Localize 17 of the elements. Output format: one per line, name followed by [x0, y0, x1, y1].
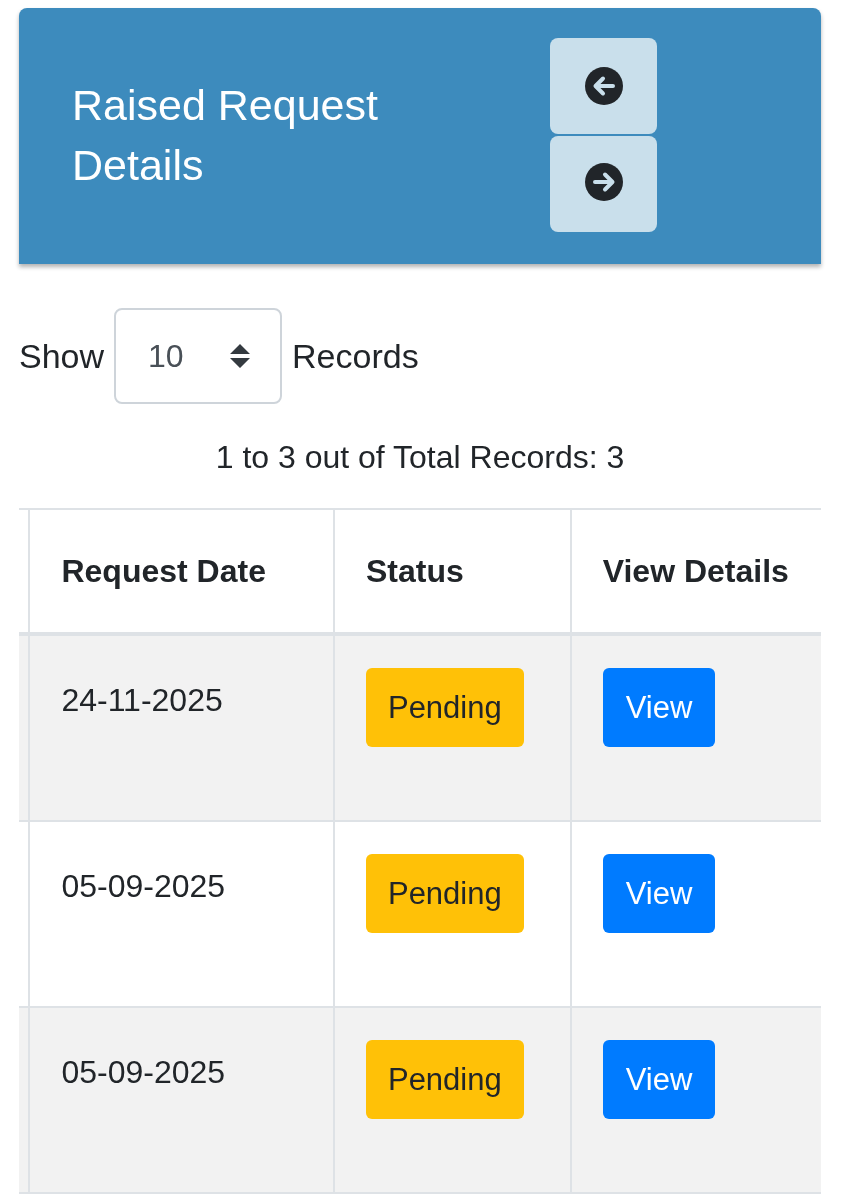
- request-date: 05-09-2025: [61, 867, 226, 906]
- forward-button[interactable]: [550, 136, 657, 232]
- records-label: Records: [292, 336, 419, 376]
- show-label: Show: [19, 336, 105, 376]
- back-button[interactable]: [550, 38, 657, 134]
- status-badge: Pending: [365, 1040, 524, 1119]
- records-summary: 1 to 3 out of Total Records: 3: [214, 438, 626, 477]
- sort-arrows-icon: [230, 344, 251, 368]
- status-badge: Pending: [365, 668, 524, 747]
- request-date: 24-11-2025: [61, 681, 223, 720]
- page-title: Raised Request Details: [72, 80, 379, 191]
- view-button[interactable]: View: [602, 854, 716, 933]
- page-size-select[interactable]: 10: [114, 308, 283, 404]
- view-button[interactable]: View: [602, 668, 716, 747]
- request-date: 05-09-2025: [61, 1053, 226, 1092]
- status-badge: Pending: [365, 854, 524, 933]
- view-button[interactable]: View: [602, 1040, 716, 1119]
